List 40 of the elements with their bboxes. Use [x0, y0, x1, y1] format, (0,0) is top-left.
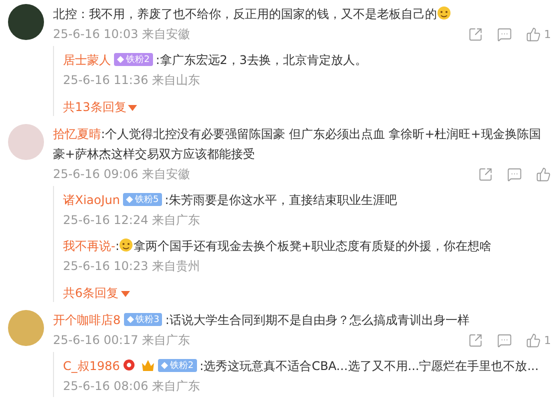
author-name[interactable]: C_叔1986	[63, 359, 120, 373]
comment-text: 开个咖啡店8 铁粉3 :话说大学生合同到期不是自由身？怎么搞成青训出身一样	[53, 312, 470, 329]
comment-text: C_叔1986 铁粉2 :选秀这玩意真不适合CBA...选了又不用...宁愿烂在手里也不放...	[63, 358, 540, 375]
emoji-face-icon	[437, 6, 451, 20]
comment-meta: 25-6-16 10:03 来自安徽	[53, 26, 190, 43]
like-button[interactable]	[536, 167, 551, 182]
more-replies-link[interactable]: 共13条回复	[63, 99, 138, 116]
fan-badge: 铁粉3	[124, 313, 162, 326]
share-button[interactable]	[478, 167, 493, 182]
reply-meta: 25-6-16 10:23 来自贵州	[63, 258, 200, 275]
reply-button[interactable]	[497, 27, 512, 42]
comment-text: 拾忆夏晴:个人觉得北控没有必要强留陈国豪 但广东必须出点血 拿徐昕+杜润旺+现金换陈国豪+萨林杰这样交易双方应该都能接受	[53, 126, 542, 163]
share-button[interactable]	[468, 27, 483, 42]
fan-badge: 铁粉5	[123, 193, 162, 206]
emoji-face-icon	[119, 238, 134, 252]
reply-meta: 25-6-16 11:36 来自山东	[63, 72, 200, 89]
comment-text: 居士蒙人 铁粉2 :拿广东宏远2，3去换，北京肯定放人。	[63, 52, 368, 69]
avatar[interactable]	[8, 4, 44, 40]
author-name[interactable]: 我不再说-	[63, 239, 116, 253]
comment-text: 我不再说-: 拿两个国手还有现金去换个板凳+职业态度有质疑的外援，你在想啥	[63, 237, 492, 255]
share-button[interactable]	[468, 333, 483, 348]
author-name[interactable]: 开个咖啡店8	[53, 313, 121, 327]
author-name[interactable]: 拾忆夏晴	[53, 127, 101, 141]
fan-badge: 铁粉2	[158, 359, 197, 372]
fan-badge: 铁粉2	[114, 53, 153, 66]
reply-meta: 25-6-16 12:24 来自广东	[63, 212, 200, 229]
comment-text: 诸XiaoJun 铁粉5 :朱芳雨要是你这水平，直接结束职业生涯吧	[63, 192, 398, 209]
caret-icon	[128, 104, 138, 110]
crown-icon	[140, 359, 155, 372]
reply-button[interactable]	[497, 333, 512, 348]
reply-meta: 25-6-16 08:06 来自广东	[63, 378, 200, 395]
medal-icon	[122, 359, 135, 371]
author-name[interactable]: 居士蒙人	[63, 53, 111, 67]
caret-icon	[120, 290, 130, 296]
comment-meta: 25-6-16 00:17 来自广东	[53, 332, 190, 349]
comment-meta: 25-6-16 09:06 来自安徽	[53, 166, 190, 183]
comment-text: 北控：我不用，养废了也不给你，反正用的国家的钱，又不是老板自己的	[53, 4, 551, 24]
more-replies-link[interactable]: 共6条回复	[63, 285, 130, 302]
reply-button[interactable]	[507, 167, 522, 182]
author-name[interactable]: 诸XiaoJun	[63, 193, 120, 207]
